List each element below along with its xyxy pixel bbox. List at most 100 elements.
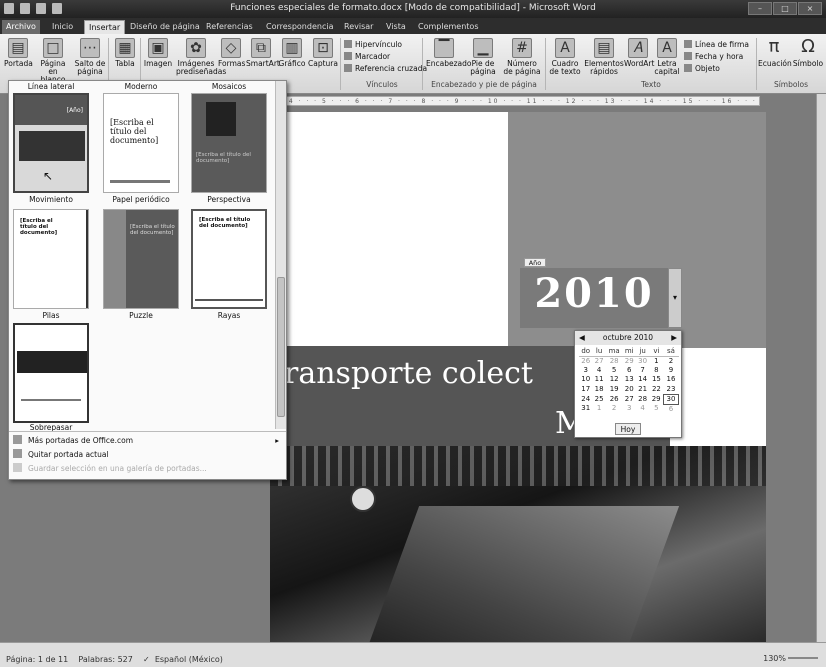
calendar-day[interactable]: 7 bbox=[636, 366, 649, 376]
calendar-day[interactable]: 21 bbox=[636, 385, 649, 395]
calendar-day[interactable]: 9 bbox=[664, 366, 679, 376]
calendar-day[interactable]: 1 bbox=[592, 404, 605, 414]
minimize-button[interactable]: – bbox=[748, 2, 772, 15]
tab-vista[interactable]: Vista bbox=[382, 20, 410, 34]
calendar-day[interactable]: 5 bbox=[606, 366, 623, 376]
simbolo-button[interactable]: Ω Símbolo bbox=[792, 38, 824, 68]
tab-diseno[interactable]: Diseño de página bbox=[126, 20, 204, 34]
tab-referencias[interactable]: Referencias bbox=[202, 20, 257, 34]
smartart-button[interactable]: ⧉ SmartArt bbox=[246, 38, 280, 68]
calendar-day[interactable]: 14 bbox=[636, 375, 649, 385]
next-month-icon[interactable]: ▶ bbox=[671, 331, 677, 345]
tab-archivo[interactable]: Archivo bbox=[2, 20, 40, 34]
tab-complementos[interactable]: Complementos bbox=[414, 20, 482, 34]
calendar-day[interactable]: 27 bbox=[592, 356, 605, 366]
calendar-day[interactable]: 28 bbox=[606, 356, 623, 366]
cover-thumb-movimiento[interactable]: [Año] ↖ bbox=[13, 93, 89, 193]
tab-inicio[interactable]: Inicio bbox=[48, 20, 77, 34]
tab-correspondencia[interactable]: Correspondencia bbox=[262, 20, 337, 34]
close-button[interactable]: × bbox=[798, 2, 822, 15]
calendar-day[interactable]: 31 bbox=[579, 404, 592, 414]
numero-de-pagina-button[interactable]: # Número de página bbox=[502, 38, 542, 76]
date-picker-dropdown-button[interactable]: ▾ bbox=[668, 268, 682, 328]
prev-month-icon[interactable]: ◀ bbox=[579, 331, 585, 345]
gallery-scrollbar-thumb[interactable] bbox=[277, 277, 285, 417]
letra-capital-button[interactable]: A Letra capital bbox=[652, 38, 682, 76]
wordart-button[interactable]: 𝐴 WordArt bbox=[624, 38, 654, 68]
calendar-day[interactable]: 30 bbox=[636, 356, 649, 366]
calendar-day[interactable]: 18 bbox=[592, 385, 605, 395]
year-text[interactable]: 2010 bbox=[520, 270, 668, 317]
calendar-day[interactable]: 29 bbox=[649, 394, 663, 404]
language-indicator[interactable]: Español (México) bbox=[155, 655, 223, 664]
calendar-day[interactable]: 13 bbox=[623, 375, 636, 385]
gallery-scrollbar[interactable] bbox=[275, 81, 286, 429]
tab-insertar[interactable]: Insertar bbox=[84, 20, 126, 34]
elementos-rapidos-button[interactable]: ▤ Elementos rápidos bbox=[584, 38, 624, 76]
imagenes-predisenadas-button[interactable]: ✿ Imágenes prediseñadas bbox=[176, 38, 226, 76]
objeto-button[interactable]: Objeto bbox=[684, 64, 720, 73]
calendar-day[interactable]: 23 bbox=[664, 385, 679, 395]
cover-thumb-papel-periodico[interactable]: [Escriba el título del documento] bbox=[103, 93, 179, 193]
linea-de-firma-button[interactable]: Línea de firma bbox=[684, 40, 749, 49]
referencia-cruzada-button[interactable]: Referencia cruzada bbox=[344, 64, 427, 73]
calendar-day[interactable]: 26 bbox=[579, 356, 592, 366]
today-button[interactable]: Hoy bbox=[615, 423, 641, 435]
calendar-day[interactable]: 5 bbox=[649, 404, 663, 414]
calendar-day[interactable]: 19 bbox=[606, 385, 623, 395]
calendar-day[interactable]: 17 bbox=[579, 385, 592, 395]
calendar-day[interactable]: 20 bbox=[623, 385, 636, 395]
imagen-button[interactable]: ▣ Imagen bbox=[143, 38, 173, 68]
calendar-day[interactable]: 8 bbox=[649, 366, 663, 376]
tabla-button[interactable]: ▦ Tabla bbox=[112, 38, 138, 68]
cover-thumb-pilas[interactable]: [Escriba el título del documento] bbox=[13, 209, 89, 309]
cuadro-de-texto-button[interactable]: A Cuadro de texto bbox=[548, 38, 582, 76]
calendar-day[interactable]: 6 bbox=[664, 404, 679, 414]
hipervinculo-button[interactable]: Hipervínculo bbox=[344, 40, 402, 49]
menu-item-quitar-portada[interactable]: Quitar portada actual bbox=[13, 448, 283, 461]
portada-button[interactable]: ▤ Portada bbox=[4, 38, 33, 68]
spellcheck-icon[interactable]: ✓ bbox=[143, 655, 150, 664]
calendar-day[interactable]: 4 bbox=[636, 404, 649, 414]
calendar-day[interactable]: 28 bbox=[636, 394, 649, 404]
cover-thumb-sobrepasar[interactable] bbox=[13, 323, 89, 423]
vertical-scrollbar[interactable] bbox=[816, 94, 826, 642]
pagina-en-blanco-button[interactable]: □ Página en blanco bbox=[36, 38, 70, 84]
calendar-day[interactable]: 1 bbox=[649, 356, 663, 366]
page-count[interactable]: Página: 1 de 11 bbox=[6, 655, 68, 664]
menu-item-mas-portadas[interactable]: Más portadas de Office.com ▸ bbox=[13, 434, 283, 447]
tab-revisar[interactable]: Revisar bbox=[340, 20, 377, 34]
calendar-day[interactable]: 12 bbox=[606, 375, 623, 385]
cover-thumb-puzzle[interactable]: [Escriba el título del documento] bbox=[103, 209, 179, 309]
captura-button[interactable]: ⊡ Captura bbox=[308, 38, 338, 68]
calendar-day[interactable]: 24 bbox=[579, 394, 592, 404]
encabezado-button[interactable]: ▔ Encabezado bbox=[426, 38, 471, 68]
word-count[interactable]: Palabras: 527 bbox=[78, 655, 132, 664]
calendar-day[interactable]: 26 bbox=[606, 394, 623, 404]
cover-thumb-perspectiva[interactable]: [Escriba el título del documento] bbox=[191, 93, 267, 193]
salto-de-pagina-button[interactable]: ⋯ Salto de página bbox=[74, 38, 106, 76]
calendar-day[interactable]: 10 bbox=[579, 375, 592, 385]
calendar-day[interactable]: 3 bbox=[579, 366, 592, 376]
pie-de-pagina-button[interactable]: ▁ Pie de página bbox=[466, 38, 500, 76]
calendar-day[interactable]: 27 bbox=[623, 394, 636, 404]
zoom-slider[interactable] bbox=[788, 657, 818, 659]
calendar-day[interactable]: 16 bbox=[664, 375, 679, 385]
zoom-level[interactable]: 130% bbox=[763, 654, 786, 663]
calendar-day[interactable]: 25 bbox=[592, 394, 605, 404]
calendar-day[interactable]: 11 bbox=[592, 375, 605, 385]
calendar-day[interactable]: 15 bbox=[649, 375, 663, 385]
marcador-button[interactable]: Marcador bbox=[344, 52, 390, 61]
cover-thumb-rayas[interactable]: [Escriba el título del documento] bbox=[191, 209, 267, 309]
ecuacion-button[interactable]: π Ecuación bbox=[758, 38, 792, 68]
calendar-day[interactable]: 4 bbox=[592, 366, 605, 376]
fecha-y-hora-button[interactable]: Fecha y hora bbox=[684, 52, 743, 61]
calendar-day[interactable]: 6 bbox=[623, 366, 636, 376]
calendar-day[interactable]: 29 bbox=[623, 356, 636, 366]
calendar-day[interactable]: 2 bbox=[606, 404, 623, 414]
calendar-day[interactable]: 22 bbox=[649, 385, 663, 395]
calendar-day-selected[interactable]: 30 bbox=[663, 393, 679, 405]
maximize-button[interactable]: □ bbox=[773, 2, 797, 15]
grafico-button[interactable]: ▥ Gráfico bbox=[278, 38, 306, 68]
calendar-day[interactable]: 2 bbox=[664, 356, 679, 366]
